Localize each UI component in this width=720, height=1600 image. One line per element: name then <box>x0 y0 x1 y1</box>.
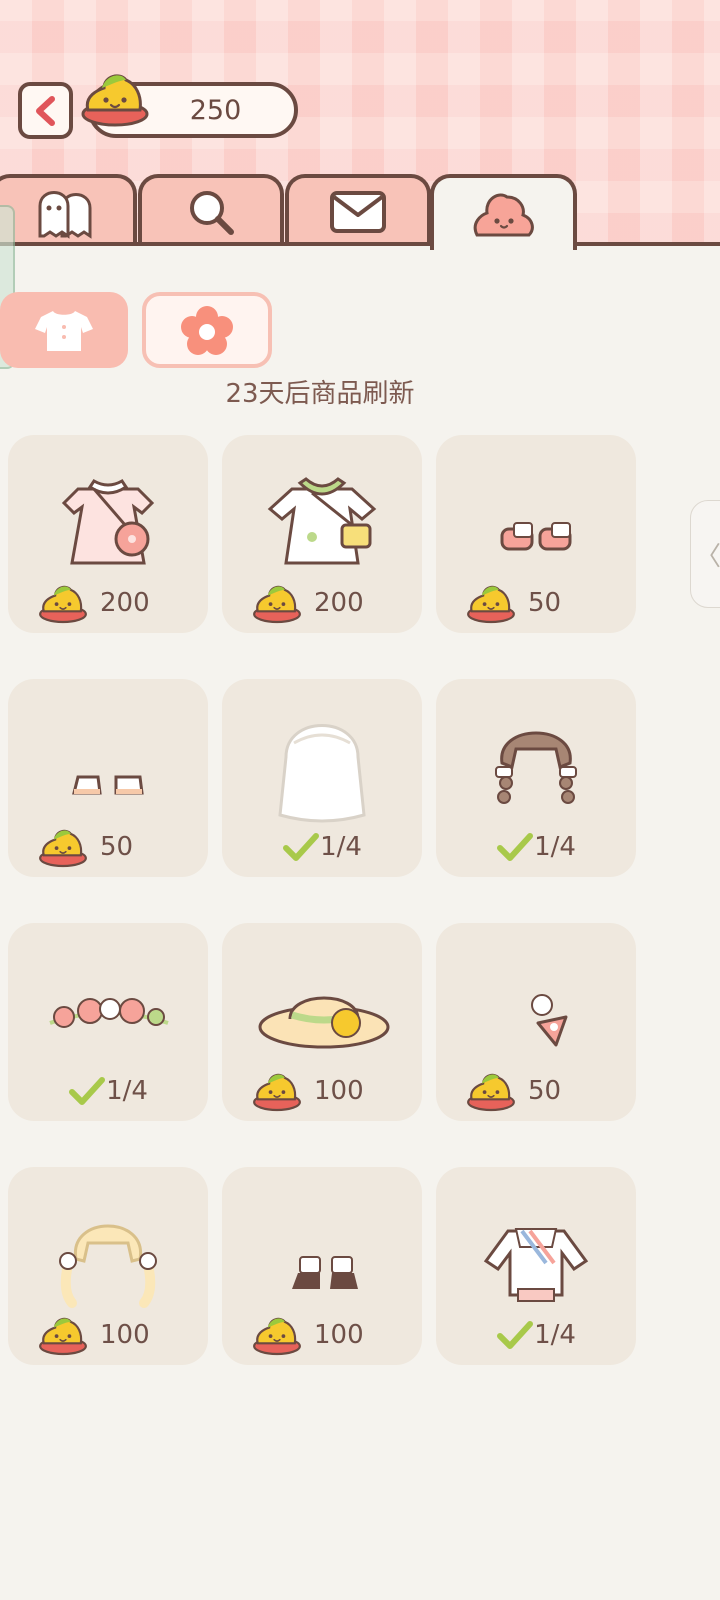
pink-poop-icon <box>473 193 534 237</box>
back-button[interactable] <box>18 82 73 139</box>
owned-count: 1/4 <box>534 1320 576 1350</box>
straw-hat-icon <box>258 996 390 1049</box>
tab-divider <box>575 242 720 246</box>
chevron-left-icon: 〈 <box>694 541 720 572</box>
item-price: 100 <box>100 1320 150 1350</box>
ghost-friends-icon <box>38 191 91 239</box>
owned-count: 1/4 <box>534 832 576 862</box>
flower-icon <box>181 306 233 355</box>
back-arrow-icon <box>35 95 55 126</box>
item-card[interactable]: 1/4 <box>8 923 208 1121</box>
white-sailor-outfit-icon <box>483 1228 589 1302</box>
item-card[interactable]: 50 <box>436 435 636 633</box>
magnifier-icon <box>190 191 234 235</box>
owned-progress: 1/4 <box>436 1317 636 1353</box>
coin-balance: 250 <box>189 95 242 126</box>
poop-coin-icon <box>467 1073 515 1112</box>
item-card[interactable]: 50 <box>436 923 636 1121</box>
pink-floral-dress-icon <box>61 479 155 565</box>
owned-count: 1/4 <box>320 832 362 862</box>
item-card[interactable]: 100 <box>222 1167 422 1365</box>
strawberry-hairpin-icon <box>531 994 568 1047</box>
poop-coin-icon <box>39 1317 87 1356</box>
item-card[interactable]: 200 <box>222 435 422 633</box>
item-price: 50 <box>528 588 562 618</box>
pink-socks-icon <box>500 522 572 551</box>
item-card[interactable]: 1/4 <box>436 1167 636 1365</box>
item-price: 100 <box>314 1320 364 1350</box>
blonde-pigtails-icon <box>59 1224 157 1308</box>
green-dress-with-bag-icon <box>267 477 377 565</box>
tab-divider <box>0 242 432 246</box>
item-card[interactable]: 100 <box>8 1167 208 1365</box>
poop-coin-icon <box>39 585 87 624</box>
poop-coin-icon <box>467 585 515 624</box>
brown-braided-hair-icon <box>495 731 577 804</box>
item-card[interactable]: 50 <box>8 679 208 877</box>
category-accessory-button[interactable] <box>142 292 272 368</box>
tab-search[interactable] <box>138 174 284 246</box>
tab-mail[interactable] <box>285 174 431 246</box>
owned-progress: 1/4 <box>8 1073 208 1109</box>
flower-crown-icon <box>49 998 169 1028</box>
poop-coin-icon <box>81 74 149 127</box>
white-long-hair-icon <box>278 724 366 823</box>
item-card[interactable]: 100 <box>222 923 422 1121</box>
brown-boots-icon <box>292 1256 358 1289</box>
checkmark-icon <box>69 1077 106 1105</box>
category-clothes-button[interactable] <box>0 292 128 368</box>
item-card[interactable]: 200 <box>8 435 208 633</box>
item-price: 200 <box>100 588 150 618</box>
item-price: 50 <box>100 832 134 862</box>
item-price: 100 <box>314 1076 364 1106</box>
refresh-countdown: 23天后商品刷新 <box>225 379 415 409</box>
item-card[interactable]: 1/4 <box>436 679 636 877</box>
item-card[interactable]: 1/4 <box>222 679 422 877</box>
tab-shop[interactable] <box>430 174 577 250</box>
checkmark-icon <box>497 1321 534 1349</box>
item-price: 200 <box>314 588 364 618</box>
poop-coin-icon <box>39 829 87 868</box>
tab-friends[interactable] <box>0 174 137 246</box>
owned-count: 1/4 <box>106 1076 148 1106</box>
white-shoes-icon <box>72 775 144 795</box>
poop-coin-icon <box>253 1317 301 1356</box>
checkmark-icon <box>283 833 320 861</box>
right-drawer-handle[interactable]: 〈 <box>690 500 720 608</box>
item-price: 50 <box>528 1076 562 1106</box>
checkmark-icon <box>497 833 534 861</box>
shirt-icon <box>35 311 93 351</box>
poop-coin-icon <box>253 1073 301 1112</box>
owned-progress: 1/4 <box>222 829 422 865</box>
poop-coin-icon <box>253 585 301 624</box>
owned-progress: 1/4 <box>436 829 636 865</box>
mail-icon <box>330 191 386 233</box>
